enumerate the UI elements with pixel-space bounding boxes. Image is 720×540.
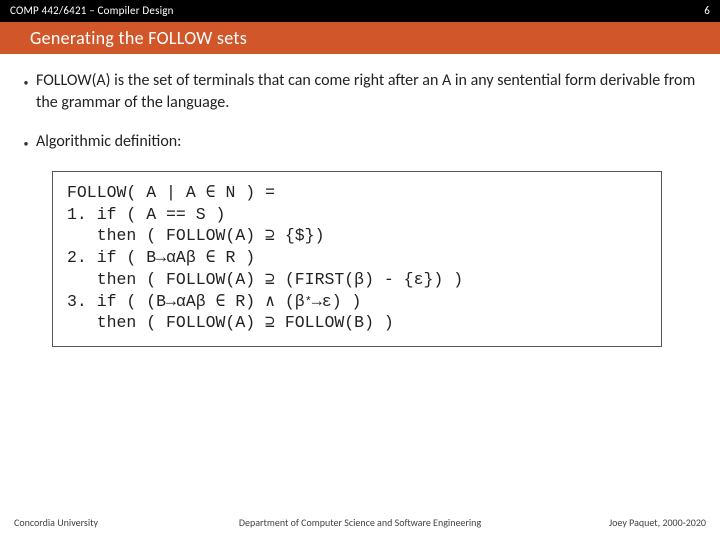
algo-intro-text: Algorithmic definition: <box>30 131 698 153</box>
footer-left: Concordia University <box>14 516 98 534</box>
footer-center: Department of Computer Science and Softw… <box>239 516 481 529</box>
algorithm-box: FOLLOW( A | A ∈ N ) = 1. if ( A == S ) t… <box>52 171 662 347</box>
algo-line-6-right: →ε) ) <box>312 292 362 311</box>
slide-title: Generating the FOLLOW sets <box>30 27 247 49</box>
footer-right: Joey Paquet, 2000-2020 <box>609 516 706 534</box>
derives-star-icon: * <box>305 295 312 309</box>
algo-line-4: 2. if ( B→αAβ ∈ R ) <box>67 248 255 267</box>
algo-line-3: then ( FOLLOW(A) ⊇ {$}) <box>67 226 324 245</box>
definition-text: FOLLOW(A) is the set of terminals that c… <box>30 70 698 113</box>
slide-content: • FOLLOW(A) is the set of terminals that… <box>0 54 720 347</box>
algo-line-7: then ( FOLLOW(A) ⊇ FOLLOW(B) ) <box>67 313 394 332</box>
bullet-dot-icon: • <box>22 131 30 153</box>
slide-footer: Concordia University Department of Compu… <box>0 516 720 534</box>
page-number: 6 <box>704 0 710 22</box>
algo-line-5: then ( FOLLOW(A) ⊇ (FIRST(β) - {ε}) ) <box>67 270 463 289</box>
slide-title-bar: Generating the FOLLOW sets <box>0 22 720 54</box>
algo-line-6-left: 3. if ( (B→αAβ ∈ R) ∧ (β <box>67 292 305 311</box>
bullet-algo-intro: • Algorithmic definition: <box>22 131 698 153</box>
bullet-definition: • FOLLOW(A) is the set of terminals that… <box>22 70 698 113</box>
slide: COMP 442/6421 – Compiler Design 6 Genera… <box>0 0 720 540</box>
bullet-dot-icon: • <box>22 70 30 113</box>
course-code: COMP 442/6421 – Compiler Design <box>10 0 174 22</box>
top-bar: COMP 442/6421 – Compiler Design 6 <box>0 0 720 22</box>
algo-line-2: 1. if ( A == S ) <box>67 205 225 224</box>
algo-line-1: FOLLOW( A | A ∈ N ) = <box>67 183 275 202</box>
